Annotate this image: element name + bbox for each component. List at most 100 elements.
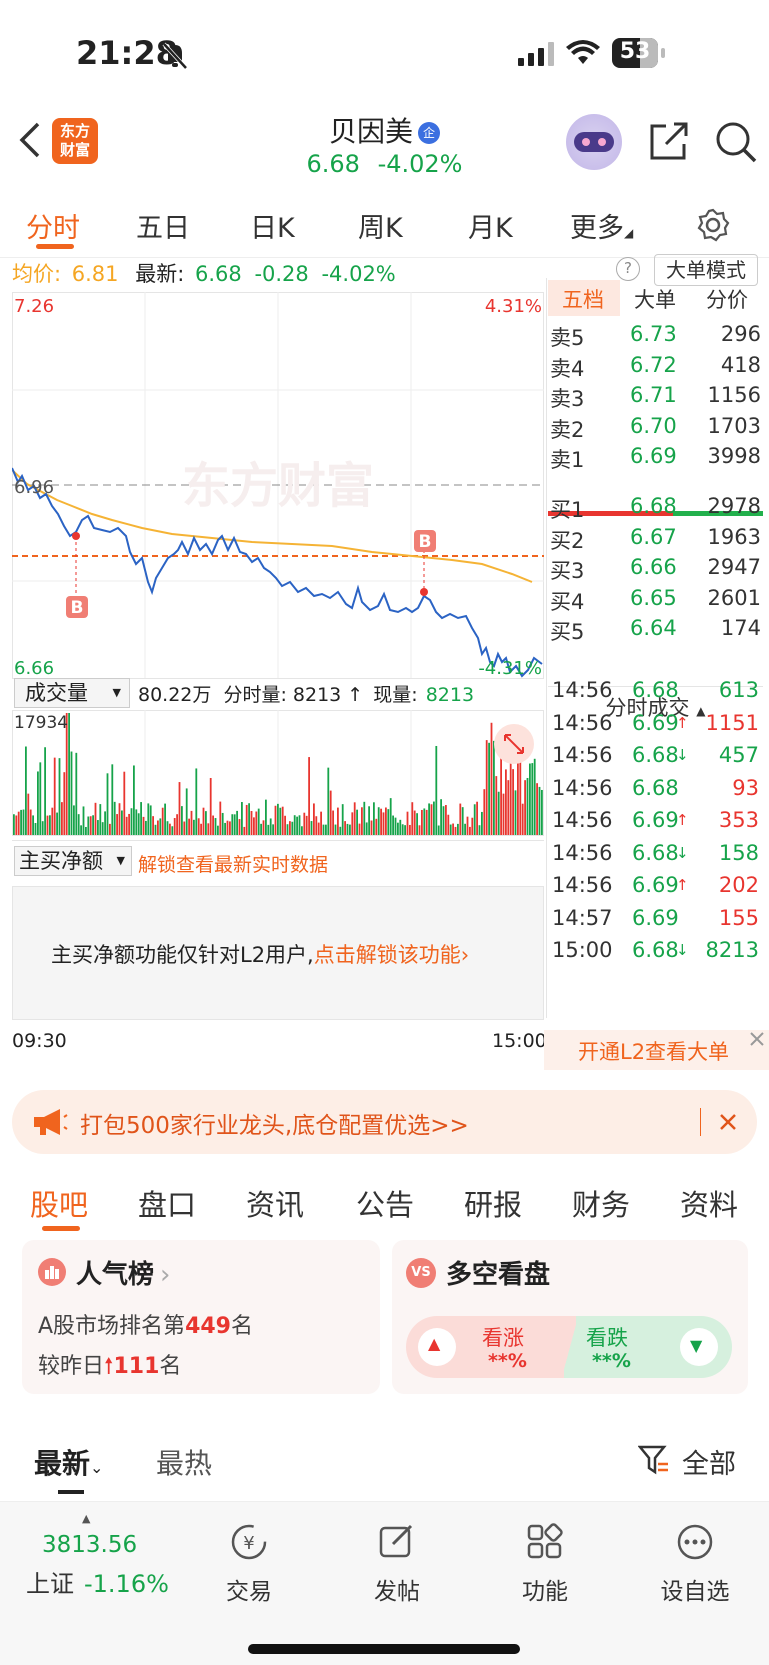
tab-big-orders[interactable]: 大单 [634, 284, 676, 314]
tab-forum[interactable]: 股吧 [30, 1182, 88, 1224]
close-icon[interactable] [748, 1030, 766, 1048]
sentiment-card: VS 多空看盘 ▲ 看涨 **% 看跌 **% ▼ [392, 1240, 748, 1394]
time-axis-start: 09:30 [12, 1030, 67, 1052]
volume-bar [104, 811, 106, 835]
bid-row[interactable]: 买5 6.64 174 [548, 616, 763, 648]
trade-row: 14:56 6.69 ↑ 202 [552, 873, 759, 897]
share-icon[interactable] [648, 120, 690, 162]
nav-trade[interactable]: ¥ 交易 [194, 1522, 304, 1606]
volume-selector[interactable]: 成交量 ▼ [14, 678, 130, 708]
net-buy-selector[interactable]: 主买净额 ▼ [14, 846, 132, 876]
tab-more[interactable]: 更多◢ [570, 206, 633, 245]
up-caret-icon: ▲ [82, 1512, 91, 1525]
volume-bar [145, 820, 147, 835]
volume-bar [46, 815, 49, 835]
nav-add-watchlist[interactable]: 设自选 [640, 1522, 750, 1606]
tab-profile[interactable]: 资料 [680, 1182, 738, 1224]
dropdown-icon: ▼ [112, 686, 121, 699]
bid-row[interactable]: 买3 6.66 2947 [548, 555, 763, 587]
volume-bar [128, 813, 130, 835]
ask-row[interactable]: 卖3 6.71 1156 [548, 383, 763, 415]
tab-intraday[interactable]: 分时 [26, 206, 80, 245]
volume-bar [524, 780, 526, 835]
volume-bar [310, 821, 313, 835]
volume-bar [89, 816, 92, 835]
volume-bar [329, 790, 332, 835]
tab-market-depth[interactable]: 盘口 [138, 1182, 196, 1224]
index-ticker[interactable]: 上证 -1.16% [26, 1564, 169, 1599]
tab-daily-k[interactable]: 日K [250, 206, 295, 245]
big-order-mode-button[interactable]: 大单模式 [654, 254, 758, 286]
volume-bar [308, 757, 310, 835]
tab-announcements[interactable]: 公告 [356, 1182, 414, 1224]
tab-news[interactable]: 资讯 [246, 1182, 304, 1224]
volume-bar [29, 809, 32, 835]
volume-bar [495, 776, 498, 835]
tab-financials[interactable]: 财务 [572, 1182, 630, 1224]
volume-bar [428, 803, 430, 835]
close-icon[interactable] [718, 1112, 738, 1132]
filter-icon[interactable] [638, 1444, 670, 1476]
nav-functions[interactable]: 功能 [490, 1522, 600, 1606]
unlock-realtime-link[interactable]: 解锁查看最新实时数据 [138, 850, 328, 877]
volume-chart[interactable]: 17934 [12, 710, 544, 836]
latest-value: 6.68 [194, 262, 242, 286]
tab-five-day[interactable]: 五日 [136, 206, 190, 245]
settings-gear-icon[interactable] [696, 208, 730, 242]
search-icon[interactable] [714, 120, 758, 164]
bid-row[interactable]: 买1 6.68 2978 [548, 494, 763, 526]
index-value[interactable]: 3813.56 [42, 1532, 137, 1558]
volume-bar [322, 824, 325, 835]
filter-label[interactable]: 全部 [682, 1442, 736, 1481]
volume-bar [286, 824, 289, 835]
volume-bar [325, 824, 327, 835]
volume-bar [169, 823, 171, 835]
promo-banner[interactable]: 打包500家行业龙头,底仓配置优选>> [12, 1090, 757, 1154]
volume-bar [284, 815, 286, 835]
tab-research[interactable]: 研报 [464, 1182, 522, 1224]
ask-row[interactable]: 卖1 6.69 3998 [548, 444, 763, 476]
volume-bar [260, 823, 262, 835]
tab-monthly-k[interactable]: 月K [468, 206, 513, 245]
tab-order-book[interactable]: 五档 [562, 284, 604, 314]
volume-bar [533, 758, 536, 835]
bullish-button[interactable]: ▲ 看涨 **% [406, 1316, 570, 1378]
tab-indicator [36, 244, 74, 249]
volume-bar [478, 825, 481, 835]
volume-bar [219, 801, 222, 835]
bearish-button[interactable]: 看跌 **% ▼ [576, 1316, 732, 1378]
volume-bar [423, 808, 426, 835]
tab-weekly-k[interactable]: 周K [358, 206, 403, 245]
volume-bar [265, 799, 267, 835]
open-l2-link[interactable]: 开通L2查看大单 [578, 1036, 729, 1066]
y-axis-bottom: 6.66 [14, 658, 54, 679]
trade-row: 14:56 6.68 ↓ 457 [552, 743, 759, 767]
banner-text[interactable]: 打包500家行业龙头,底仓配置优选>> [80, 1106, 469, 1140]
volume-bar [113, 801, 116, 835]
volume-bar [387, 809, 390, 835]
ask-row[interactable]: 卖2 6.70 1703 [548, 414, 763, 446]
assistant-avatar-icon[interactable] [566, 114, 622, 170]
volume-bar [255, 811, 258, 835]
tab-latest[interactable]: 最新⌄ [34, 1442, 103, 1482]
y-axis-mid: 6.96 [14, 477, 54, 498]
volume-bar [485, 740, 488, 835]
volume-bar [320, 811, 322, 835]
help-icon[interactable]: ? [616, 257, 640, 281]
volume-bar [298, 815, 301, 835]
dropdown-icon: ▼ [116, 854, 125, 867]
bid-row[interactable]: 买2 6.67 1963 [548, 525, 763, 557]
volume-bar [241, 802, 243, 835]
unlock-feature-link[interactable]: 点击解锁该功能 [314, 943, 461, 967]
tab-price-distribution[interactable]: 分价 [706, 284, 748, 314]
buy-point-1 [72, 532, 80, 540]
nav-post[interactable]: 发帖 [342, 1522, 452, 1606]
ask-row[interactable]: 卖5 6.73 296 [548, 322, 763, 354]
ask-row[interactable]: 卖4 6.72 418 [548, 353, 763, 385]
popularity-title[interactable]: 人气榜 › [76, 1254, 170, 1291]
bid-row[interactable]: 买4 6.65 2601 [548, 586, 763, 618]
volume-bar [185, 788, 188, 835]
popularity-card[interactable]: 人气榜 › A股市场排名第449名 较昨日🠕111名 [22, 1240, 380, 1394]
rank-line: A股市场排名第449名 [38, 1314, 254, 1339]
tab-hottest[interactable]: 最热 [156, 1442, 212, 1482]
